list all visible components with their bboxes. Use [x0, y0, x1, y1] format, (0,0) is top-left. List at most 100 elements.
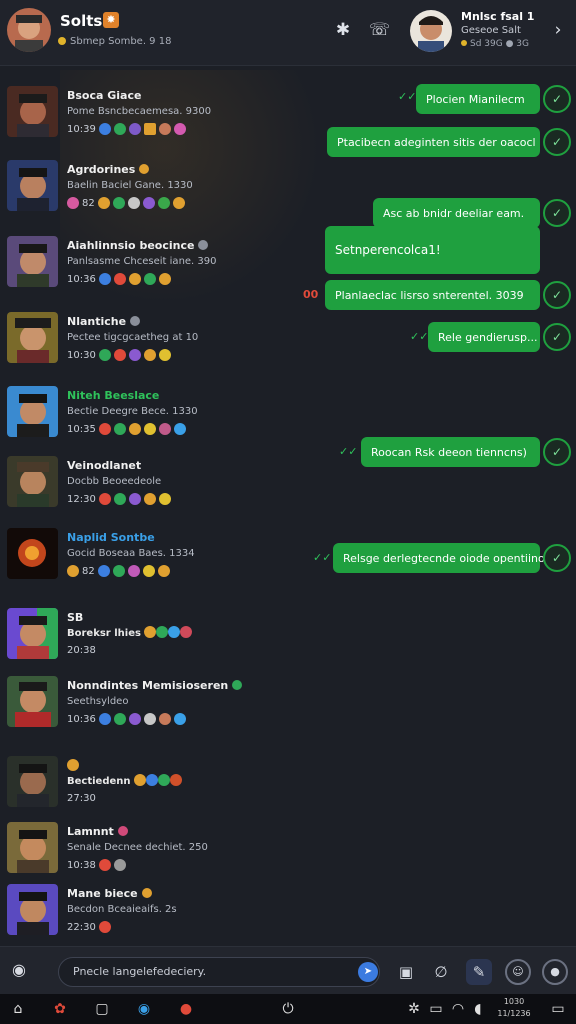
message-bubble[interactable]: Roocan Rsk deeon tienncns): [361, 437, 540, 467]
contact-item[interactable]: Niteh Beeslace Bectie Deegre Bece. 1330 …: [0, 386, 300, 450]
contact-name: Lamnnt: [67, 825, 128, 838]
emoji-icon: [113, 859, 126, 871]
message-bubble[interactable]: Setnperencolca1!: [325, 226, 540, 274]
contact-meta: 22:30: [67, 921, 111, 933]
sticker-icon[interactable]: ✎: [466, 959, 492, 985]
emoji-icon: [143, 273, 156, 285]
check-icon[interactable]: ✓: [543, 199, 571, 227]
window-icon[interactable]: ▢: [92, 999, 112, 1019]
emoji-icon: [113, 273, 126, 285]
emoji-icon: [143, 713, 156, 725]
message-bubble[interactable]: Ptacibecn adeginten sitis der oacocl: [327, 127, 540, 157]
contact-item[interactable]: Lamnnt Senale Decnee dechiet. 250 10:38: [0, 822, 300, 886]
emoji-icon: [142, 197, 155, 209]
star-icon[interactable]: ✱: [333, 20, 353, 40]
contact-time: 12:30: [67, 493, 96, 505]
contact-item[interactable]: Bectiedenn 27:30: [0, 756, 300, 820]
battery-icon: ▭: [429, 1001, 443, 1017]
emoji-icon: [98, 493, 111, 505]
emoji-icon: [146, 774, 158, 786]
peer-avatar[interactable]: [410, 10, 452, 52]
paperclip-icon[interactable]: ∅: [428, 959, 454, 985]
contact-name: SB: [67, 611, 84, 624]
check-icon[interactable]: ✓: [543, 85, 571, 113]
contact-item[interactable]: Mane biece Becdon Bceaieaifs. 2s 22:30: [0, 884, 300, 948]
system-taskbar: ⌂ ✿ ▢ ◉ ● ⏻ ✲ ▭ ◠ ◖ 1030 11/1236 ▭: [0, 994, 576, 1024]
check-icon[interactable]: ✓: [543, 281, 571, 309]
contact-item[interactable]: Nonndintes Memisioseren Seethsyldeo 10:3…: [0, 676, 300, 740]
notifications-icon[interactable]: ▭: [548, 999, 568, 1019]
contact-time: 10:36: [67, 273, 96, 285]
emoji-icon: [180, 626, 193, 638]
app-icon[interactable]: ✿: [50, 999, 70, 1019]
chevron-right-icon[interactable]: ›: [548, 20, 568, 40]
system-clock: 1030 11/1236: [492, 996, 536, 1020]
check-icon[interactable]: ✓: [543, 323, 571, 351]
emoji-icon: [67, 197, 79, 209]
read-tick-icon: ✓✓: [410, 330, 429, 343]
emoji-icon: [98, 423, 111, 435]
emoji-icon: [113, 349, 126, 361]
emoji-icon: [158, 493, 171, 505]
home-icon[interactable]: ⌂: [8, 999, 28, 1019]
emoji-icon: [127, 565, 140, 577]
contact-name: Aiahlinnsio beocince: [67, 239, 209, 252]
my-avatar[interactable]: [7, 8, 51, 52]
camera-icon[interactable]: ◉: [8, 959, 30, 981]
emoji-icon: [97, 565, 110, 577]
emoji-icon: [128, 273, 141, 285]
emoji-icon[interactable]: ☺: [505, 959, 531, 985]
emoji-icon: [173, 123, 186, 135]
badge-icon: [141, 888, 152, 898]
contact-avatar: [7, 312, 58, 363]
contact-item[interactable]: Veinodlanet Docbb Beoeedeole 12:30: [0, 456, 300, 520]
contact-meta: 82: [67, 197, 185, 209]
contact-item[interactable]: Naplid Sontbe Gocid Boseaa Baes. 1334 82: [0, 528, 300, 592]
contact-item[interactable]: SB Boreksr lhies 20:38: [0, 608, 300, 672]
contact-meta: 10:36: [67, 713, 186, 725]
emoji-icon: [113, 713, 126, 725]
contact-item[interactable]: Nlantiche Pectee tigcgcaetheg at 10 10:3…: [0, 312, 300, 376]
contact-item[interactable]: Agrdorines Baelin Baciel Gane. 1330 82: [0, 160, 300, 224]
contact-preview: Bectie Deegre Bece. 1330: [67, 406, 198, 417]
check-icon[interactable]: ✓: [543, 544, 571, 572]
message-bubble[interactable]: Asc ab bnidr deeliar eam.: [373, 198, 540, 228]
message-bubble[interactable]: Rele gendierusp...: [428, 322, 540, 352]
fire-icon: ✸: [103, 12, 119, 28]
contact-item[interactable]: Aiahlinnsio beocince Panlsasme Chceseit …: [0, 236, 300, 300]
microphone-icon[interactable]: ●: [542, 959, 568, 985]
emoji-icon: [144, 626, 157, 638]
power-icon[interactable]: ⏻: [278, 999, 298, 1019]
contact-avatar: [7, 86, 58, 137]
check-icon[interactable]: ✓: [543, 438, 571, 466]
browser-icon[interactable]: ◉: [134, 999, 154, 1019]
emoji-icon: [67, 565, 79, 577]
emoji-icon: [143, 349, 156, 361]
contact-avatar: [7, 528, 58, 579]
emoji-icon: [170, 774, 182, 786]
send-icon[interactable]: ➤: [358, 962, 378, 982]
peer-subtitle: Geseoe Salt: [461, 25, 521, 36]
contact-item[interactable]: Bsoca Giace Pome Bsncbecaemesa. 9300 10:…: [0, 86, 300, 150]
contact-name: Mane biece: [67, 887, 152, 900]
message-bubble[interactable]: Plocien Mianilecm: [416, 84, 540, 114]
phone-icon[interactable]: ☏: [369, 20, 390, 40]
message-bubble[interactable]: Relsge derlegtecnde oiode opentiinon): [333, 543, 556, 573]
emoji-icon: [134, 774, 146, 786]
contact-avatar: [7, 676, 58, 727]
message-bubble[interactable]: Planlaeclac lisrso snterentel. 3039: [325, 280, 540, 310]
check-icon[interactable]: ✓: [543, 128, 571, 156]
record-icon[interactable]: ●: [176, 999, 196, 1019]
contact-time: 27:30: [67, 793, 96, 804]
contact-meta: 10:30: [67, 349, 171, 361]
contact-avatar: [7, 756, 58, 807]
emoji-icon: [158, 423, 171, 435]
badge-icon: [130, 316, 141, 326]
message-input[interactable]: Pnecle langelefedeciery.: [58, 957, 380, 987]
contact-name-text: Aiahlinnsio beocince: [67, 239, 195, 252]
settings-icon[interactable]: ✲: [404, 999, 424, 1019]
emoji-icon: [98, 349, 111, 361]
badge-icon: [198, 240, 209, 250]
contact-preview: Boreksr lhies: [67, 626, 193, 639]
image-icon[interactable]: ▣: [393, 959, 419, 985]
